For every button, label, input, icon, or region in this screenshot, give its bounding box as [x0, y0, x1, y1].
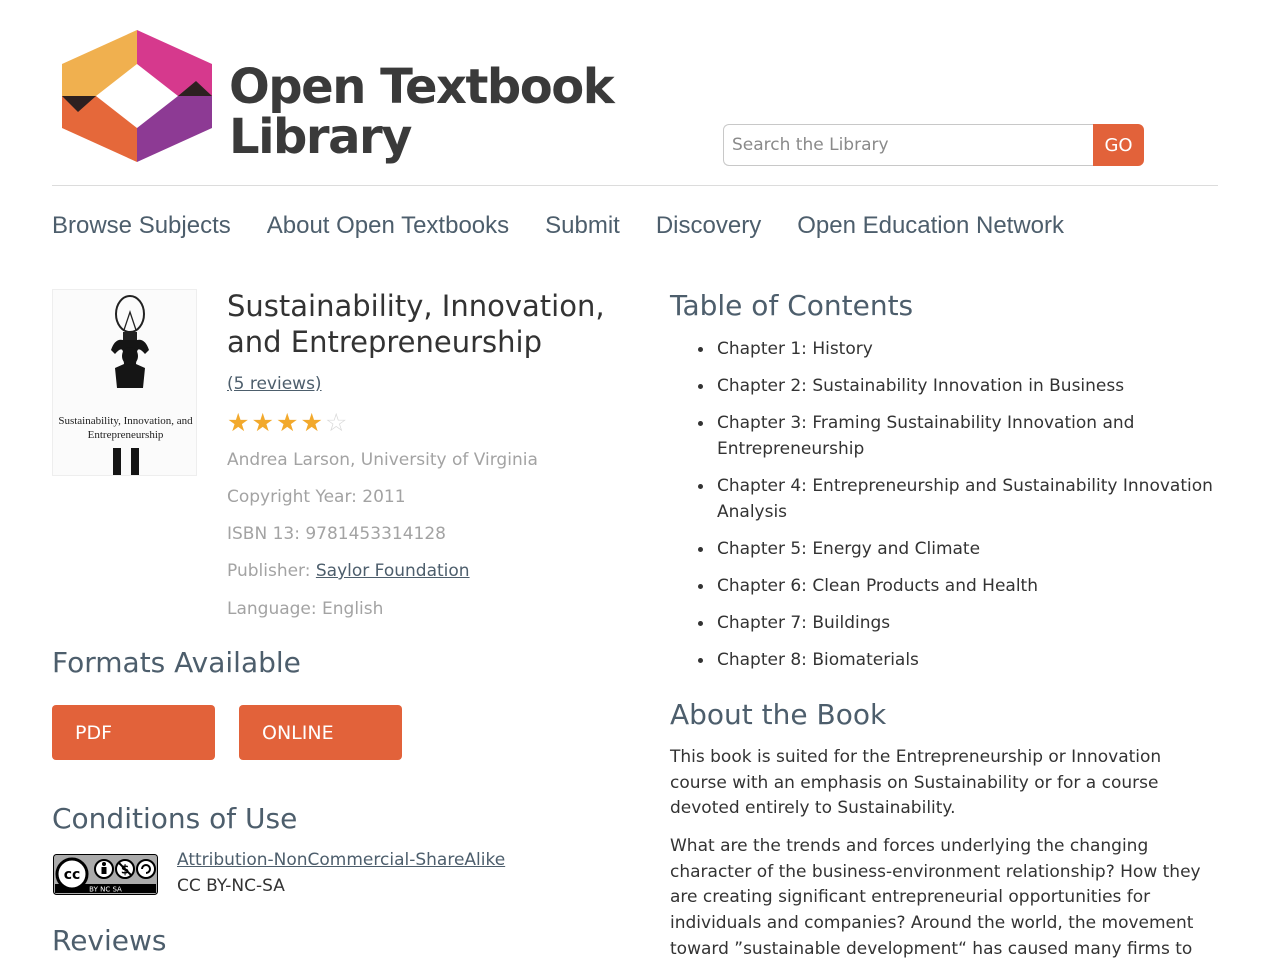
pdf-format-button[interactable]: PDF [52, 705, 215, 760]
formats-heading: Formats Available [52, 646, 301, 679]
cover-caption: Sustainability, Innovation, and Entrepre… [58, 415, 193, 441]
open-textbook-library-logo-icon[interactable] [62, 30, 212, 162]
svg-text:cc: cc [64, 867, 81, 883]
reviews-count-link[interactable]: (5 reviews) [227, 374, 322, 394]
toc-item: Chapter 2: Sustainability Innovation in … [698, 373, 1217, 399]
toc-item: Chapter 1: History [698, 336, 1217, 362]
star-rating: ★ ★ ★ ★ ☆ [227, 411, 350, 436]
about-paragraph-1: This book is suited for the Entrepreneur… [670, 747, 1162, 819]
search-bar: GO [723, 124, 1144, 166]
toc-list: Chapter 1: History Chapter 2: Sustainabi… [698, 336, 1217, 684]
site-name[interactable]: Open Textbook Library [229, 59, 615, 165]
about-paragraph-2: What are the trends and forces underlyin… [670, 836, 1201, 959]
publisher-link[interactable]: Saylor Foundation [316, 561, 470, 581]
header-divider [52, 185, 1218, 186]
search-input[interactable] [723, 124, 1093, 166]
nav-about-open-textbooks[interactable]: About Open Textbooks [267, 210, 509, 242]
nav-open-education-network[interactable]: Open Education Network [797, 210, 1064, 242]
about-heading: About the Book [670, 698, 887, 731]
online-format-button[interactable]: ONLINE [239, 705, 402, 760]
book-author: Andrea Larson, University of Virginia [227, 450, 538, 470]
toc-item: Chapter 4: Entrepreneurship and Sustaina… [698, 473, 1217, 525]
toc-heading: Table of Contents [670, 289, 914, 322]
nav-submit[interactable]: Submit [545, 210, 620, 242]
site-name-line2: Library [229, 109, 412, 165]
site-name-line1: Open Textbook [229, 59, 615, 115]
conditions-heading: Conditions of Use [52, 802, 298, 835]
book-cover: Sustainability, Innovation, and Entrepre… [52, 289, 197, 476]
book-isbn: ISBN 13: 9781453314128 [227, 524, 446, 544]
toc-item: Chapter 8: Biomaterials [698, 647, 1217, 673]
star-filled-icon: ★ [300, 409, 323, 437]
publisher-label: Publisher: [227, 561, 316, 581]
cc-by-nc-sa-badge-icon[interactable]: cc $ BY NC SA [53, 854, 158, 895]
license-link[interactable]: Attribution-NonCommercial-ShareAlike [177, 850, 505, 870]
star-empty-icon: ☆ [325, 409, 348, 437]
book-copyright: Copyright Year: 2011 [227, 487, 406, 507]
star-filled-icon: ★ [251, 409, 274, 437]
lightbulb-figure-icon [111, 295, 149, 475]
star-filled-icon: ★ [227, 409, 250, 437]
toc-item: Chapter 6: Clean Products and Health [698, 573, 1217, 599]
license-code: CC BY-NC-SA [177, 876, 285, 896]
nav-discovery[interactable]: Discovery [656, 210, 761, 242]
toc-item: Chapter 5: Energy and Climate [698, 536, 1217, 562]
book-publisher: Publisher: Saylor Foundation [227, 560, 470, 582]
star-filled-icon: ★ [276, 409, 299, 437]
search-go-button[interactable]: GO [1093, 124, 1144, 166]
book-title: Sustainability, Innovation, and Entrepre… [227, 289, 605, 359]
reviews-heading: Reviews [52, 924, 167, 957]
book-language: Language: English [227, 599, 384, 619]
main-nav: Browse Subjects About Open Textbooks Sub… [52, 210, 1100, 242]
nav-browse-subjects[interactable]: Browse Subjects [52, 210, 231, 242]
toc-item: Chapter 7: Buildings [698, 610, 1217, 636]
toc-item: Chapter 3: Framing Sustainability Innova… [698, 410, 1217, 462]
cc-badge-label: BY NC SA [89, 886, 122, 894]
